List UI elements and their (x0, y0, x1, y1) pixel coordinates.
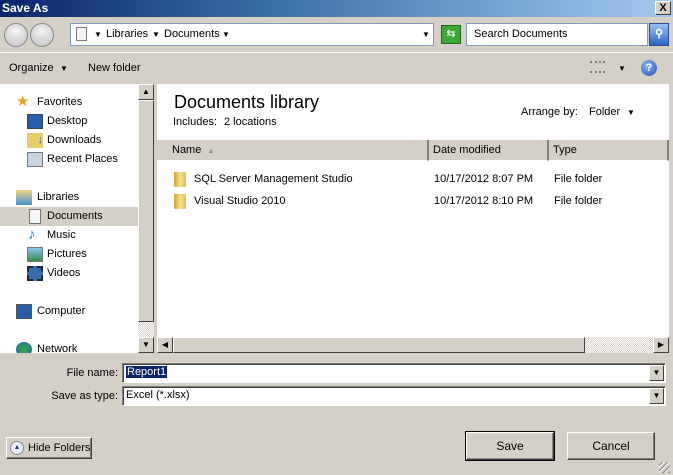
nav-downloads[interactable]: ↓ Downloads (0, 131, 138, 150)
chevron-up-icon: ▲ (10, 441, 24, 455)
library-title: Documents library (174, 92, 320, 112)
scroll-thumb[interactable] (138, 100, 154, 322)
scroll-right-button[interactable]: ▶ (653, 337, 669, 353)
desktop-icon (27, 114, 43, 129)
includes-locations-link[interactable]: 2 locations (224, 116, 277, 128)
nav-videos[interactable]: Videos (0, 264, 138, 283)
scroll-left-button[interactable]: ◀ (157, 337, 173, 353)
star-icon: ★ (16, 93, 30, 110)
music-icon: ♪ (28, 226, 36, 243)
search-input[interactable]: Search Documents (466, 23, 648, 46)
window-title: Save As (2, 1, 49, 15)
breadcrumb-libraries[interactable]: Libraries (106, 28, 148, 40)
libraries-icon (16, 190, 32, 205)
recent-places-icon (27, 152, 43, 167)
computer-icon (16, 304, 32, 319)
close-button[interactable]: X (655, 1, 671, 15)
save-as-type-select[interactable]: Excel (*.xlsx) ▼ (122, 386, 666, 406)
view-dropdown-icon[interactable]: ▼ (618, 64, 626, 73)
scroll-thumb[interactable] (173, 337, 585, 353)
documents-icon (29, 209, 41, 224)
chevron-down-icon[interactable]: ▼ (627, 108, 635, 117)
nav-libraries[interactable]: Libraries (0, 188, 138, 207)
file-row[interactable]: SQL Server Management Studio 10/17/2012 … (157, 169, 669, 189)
folder-icon (174, 194, 186, 209)
file-row[interactable]: Visual Studio 2010 10/17/2012 8:10 PM Fi… (157, 191, 669, 211)
nav-pictures[interactable]: Pictures (0, 245, 138, 264)
nav-music[interactable]: ♪ Music (0, 226, 138, 245)
chevron-down-icon[interactable]: ▼ (222, 30, 230, 39)
save-button[interactable]: Save (465, 431, 555, 461)
nav-network[interactable]: Network (0, 340, 138, 353)
save-as-type-label: Save as type: (51, 390, 118, 402)
chevron-down-icon[interactable]: ▼ (152, 30, 160, 39)
refresh-button[interactable]: ⇆ (441, 25, 461, 44)
nav-desktop[interactable]: Desktop (0, 112, 138, 131)
resize-grip[interactable] (659, 462, 670, 473)
save-as-type-dropdown[interactable]: ▼ (649, 388, 664, 404)
videos-icon (27, 266, 43, 281)
file-name-label: File name: (66, 367, 118, 379)
nav-favorites[interactable]: ★ Favorites (0, 93, 138, 112)
chevron-down-icon[interactable]: ▼ (94, 30, 102, 39)
arrange-by-label: Arrange by: (521, 106, 578, 118)
scroll-up-button[interactable]: ▲ (138, 84, 154, 100)
address-bar[interactable]: ▼ Libraries ▼ Documents ▼ ▼ (70, 23, 434, 46)
scroll-down-button[interactable]: ▼ (138, 337, 154, 353)
arrange-by-dropdown[interactable]: Folder (589, 106, 620, 118)
navigation-pane: ★ Favorites Desktop ↓ Downloads Recent Pla… (0, 84, 138, 353)
breadcrumb-documents[interactable]: Documents (164, 28, 220, 40)
forward-button[interactable]: → (30, 23, 54, 47)
column-header-name[interactable]: Name ▲ (157, 140, 429, 161)
downloads-icon: ↓ (27, 133, 43, 148)
column-header-type[interactable]: Type (549, 140, 669, 161)
new-folder-button[interactable]: New folder (88, 62, 141, 74)
search-icon[interactable]: ⚲ (649, 23, 669, 46)
includes-label: Includes: (173, 116, 218, 128)
nav-recent-places[interactable]: Recent Places (0, 150, 138, 169)
chevron-down-icon: ▼ (60, 64, 68, 73)
pictures-icon (27, 247, 43, 262)
view-options-icon[interactable] (590, 61, 605, 73)
file-name-input[interactable]: Report1 ▼ (122, 363, 666, 383)
nav-scrollbar[interactable]: ▲ ▼ (138, 84, 154, 353)
network-icon (16, 342, 32, 353)
horizontal-scrollbar[interactable]: ◀ ▶ (157, 337, 669, 353)
cancel-button[interactable]: Cancel (567, 432, 655, 460)
organize-menu[interactable]: Organize (9, 62, 54, 74)
column-header-date[interactable]: Date modified (429, 140, 549, 161)
help-icon[interactable]: ? (641, 60, 657, 76)
folder-icon (174, 172, 186, 187)
hide-folders-button[interactable]: ▲ Hide Folders (6, 437, 92, 459)
address-history-dropdown[interactable]: ▼ (422, 30, 430, 39)
sort-ascending-icon: ▲ (207, 148, 215, 155)
nav-documents[interactable]: Documents (0, 207, 138, 226)
title-bar (0, 0, 673, 17)
search-placeholder: Search Documents (474, 28, 568, 40)
back-button[interactable]: ← (4, 23, 28, 47)
documents-icon (76, 27, 87, 41)
nav-computer[interactable]: Computer (0, 302, 138, 321)
file-name-dropdown[interactable]: ▼ (649, 365, 664, 381)
